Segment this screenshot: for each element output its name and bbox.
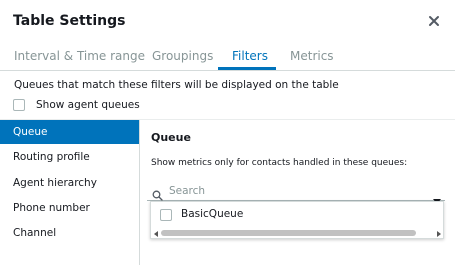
option-checkbox[interactable] <box>160 209 172 221</box>
tab-filters[interactable]: Filters <box>232 49 268 63</box>
queue-options-list: BasicQueue <box>150 201 444 239</box>
show-agent-queues-checkbox[interactable] <box>13 99 25 111</box>
dialog-title: Table Settings <box>13 13 126 29</box>
close-icon[interactable] <box>427 14 441 28</box>
active-tab-indicator <box>218 67 276 70</box>
tab-metrics[interactable]: Metrics <box>290 49 334 63</box>
panel-description: Show metrics only for contacts handled i… <box>151 158 408 168</box>
panel-title: Queue <box>151 131 191 144</box>
sidebar-item-channel[interactable]: Channel <box>0 221 139 245</box>
sidebar-item-queue[interactable]: Queue <box>0 120 139 144</box>
show-agent-queues-toggle[interactable]: Show agent queues <box>13 98 140 112</box>
sidebar-item-phone-number[interactable]: Phone number <box>0 196 139 220</box>
search-placeholder: Search <box>169 185 206 197</box>
option-label: BasicQueue <box>181 208 244 220</box>
option-basicqueue[interactable]: BasicQueue <box>151 206 443 224</box>
scroll-left-arrow-icon[interactable] <box>154 231 158 237</box>
queue-search-input[interactable]: Search <box>147 183 445 204</box>
table-settings-dialog: Table Settings Interval & Time range Gro… <box>0 0 455 265</box>
sidebar-item-agent-hierarchy[interactable]: Agent hierarchy <box>0 171 139 195</box>
show-agent-queues-label: Show agent queues <box>36 99 140 111</box>
tab-groupings[interactable]: Groupings <box>152 49 213 63</box>
filters-description: Queues that match these filters will be … <box>14 79 339 91</box>
horizontal-scrollbar[interactable] <box>152 229 444 238</box>
sidebar-item-routing-profile[interactable]: Routing profile <box>0 145 139 169</box>
scroll-right-arrow-icon[interactable] <box>437 231 441 237</box>
scrollbar-thumb[interactable] <box>161 230 416 236</box>
tab-interval-time-range[interactable]: Interval & Time range <box>14 49 145 63</box>
filter-sidebar: Queue Routing profile Agent hierarchy Ph… <box>0 120 140 265</box>
tab-bar: Interval & Time range Groupings Filters … <box>0 40 455 71</box>
